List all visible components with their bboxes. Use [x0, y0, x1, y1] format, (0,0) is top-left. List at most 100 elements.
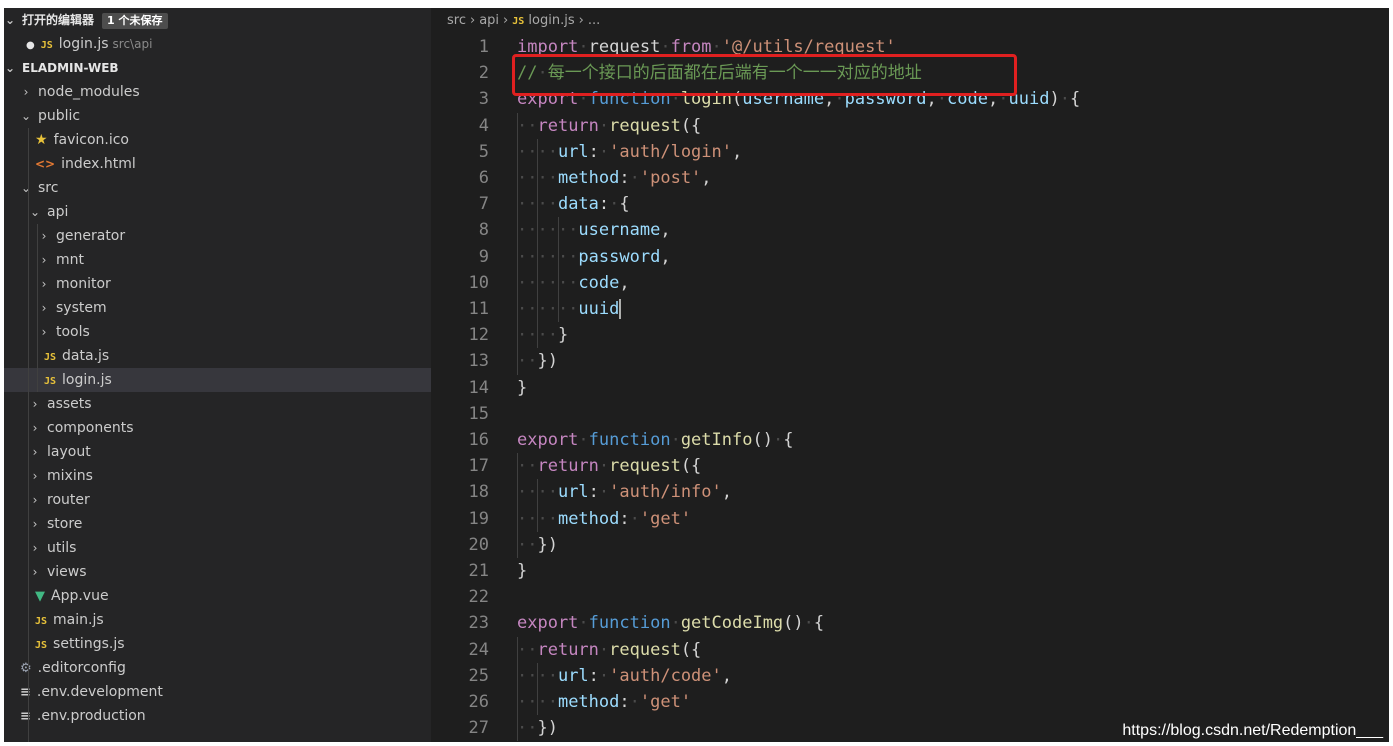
code-line[interactable]: 16 export·function·getInfo()·{: [431, 427, 1389, 453]
code-line[interactable]: 14}: [431, 375, 1389, 401]
tree-file[interactable]: JS login.js: [4, 368, 431, 392]
code-line[interactable]: 15: [431, 401, 1389, 427]
tree-folder[interactable]: › assets: [4, 392, 431, 416]
chevron-right-icon: ›: [32, 397, 38, 411]
code-token: 'auth/info': [609, 482, 722, 503]
breadcrumb-api[interactable]: api: [479, 13, 499, 28]
whitespace-marker: ······: [517, 246, 579, 267]
chevron-right-icon: ›: [32, 445, 38, 459]
tree-file[interactable]: ★ favicon.ico: [4, 128, 431, 152]
open-editors-header[interactable]: ⌄ 打开的编辑器 1 个未保存: [4, 8, 431, 32]
code-token: :: [619, 168, 630, 188]
tree-folder[interactable]: › tools: [4, 320, 431, 344]
breadcrumb-src[interactable]: src: [447, 13, 466, 28]
code-text: ····data:·{: [517, 191, 630, 217]
code-token: :: [598, 194, 610, 215]
tree-folder[interactable]: › views: [4, 560, 431, 584]
code-editor[interactable]: src › api › JS login.js ›... 1 import·request·…: [431, 8, 1389, 742]
whitespace-marker: ·: [578, 430, 589, 450]
vue-file-icon: ▼: [35, 589, 45, 604]
indent-guide: [37, 224, 38, 392]
code-token: ,: [721, 482, 733, 503]
tree-folder[interactable]: › monitor: [4, 272, 431, 296]
code-line[interactable]: 4 ··return·request({: [431, 113, 1389, 139]
tree-folder[interactable]: › node_modules: [4, 80, 431, 104]
whitespace-marker: ··: [517, 351, 538, 372]
js-file-icon: JS: [44, 376, 57, 387]
breadcrumb-symbol[interactable]: ...: [588, 13, 600, 28]
code-line[interactable]: 7 ····data:·{: [431, 191, 1389, 217]
line-number: 9: [478, 246, 489, 267]
code-line[interactable]: 22: [431, 584, 1389, 610]
tree-folder[interactable]: › components: [4, 416, 431, 440]
tree-file[interactable]: <> index.html: [4, 152, 431, 176]
tree-folder[interactable]: › mixins: [4, 464, 431, 488]
tree-item-label: login.js: [62, 372, 112, 388]
tree-file[interactable]: ⚙ .editorconfig: [4, 656, 431, 680]
code-line[interactable]: 25 ····url:·'auth/code',: [431, 663, 1389, 689]
tree-file[interactable]: ≡ .env.production: [4, 704, 431, 728]
whitespace-marker: ·: [1059, 89, 1070, 110]
tree-file[interactable]: JS data.js: [4, 344, 431, 368]
tree-file[interactable]: ≡ .env.development: [4, 680, 431, 704]
code-line[interactable]: 11 ······uuid: [431, 296, 1389, 322]
chevron-down-icon: ⌄: [4, 13, 16, 27]
tree-folder[interactable]: ⌄ public: [4, 104, 431, 128]
code-token: password: [578, 246, 661, 267]
code-token: }): [537, 718, 558, 739]
watermark: https://blog.csdn.net/Redemption___: [1122, 722, 1383, 739]
code-line[interactable]: 24 ··return·request({: [431, 637, 1389, 663]
line-number: 19: [468, 508, 489, 529]
tree-folder[interactable]: ⌄ src: [4, 176, 431, 200]
code-line[interactable]: 8 ······username,: [431, 217, 1389, 243]
tree-folder[interactable]: › layout: [4, 440, 431, 464]
tree-item-label: system: [56, 300, 107, 316]
tree-file[interactable]: JS main.js: [4, 608, 431, 632]
code-token: (): [783, 613, 804, 634]
code-line[interactable]: 21}: [431, 558, 1389, 584]
tree-folder[interactable]: › mnt: [4, 248, 431, 272]
code-line[interactable]: 19 ····method:·'get': [431, 506, 1389, 532]
tree-file[interactable]: ▼ App.vue: [4, 584, 431, 608]
code-line[interactable]: 9 ······password,: [431, 244, 1389, 270]
tree-item-label: index.html: [61, 156, 136, 172]
code-token: 'post': [639, 168, 702, 188]
code-line[interactable]: 26 ····method:·'get': [431, 689, 1389, 715]
line-number: 25: [468, 665, 489, 686]
tree-folder[interactable]: › store: [4, 512, 431, 536]
whitespace-marker: ·: [772, 430, 784, 450]
code-line[interactable]: 12 ····}: [431, 322, 1389, 348]
code-line[interactable]: 6 ····method:·'post',: [431, 165, 1389, 191]
code-line[interactable]: 5 ····url:·'auth/login',: [431, 139, 1389, 165]
tree-folder[interactable]: › system: [4, 296, 431, 320]
whitespace-marker: ·: [598, 141, 610, 162]
tree-file[interactable]: JS settings.js: [4, 632, 431, 656]
code-line[interactable]: 20 ··}): [431, 532, 1389, 558]
code-indent-guide: [557, 217, 559, 323]
code-token: code: [578, 272, 620, 293]
code-text: ······uuid: [517, 296, 619, 322]
code-token: getCodeImg: [680, 613, 784, 634]
code-line[interactable]: 10 ······code,: [431, 270, 1389, 296]
tree-folder[interactable]: › utils: [4, 536, 431, 560]
chevron-down-icon: ⌄: [20, 181, 32, 195]
open-editor-item-login[interactable]: ● JS login.js src\api: [4, 32, 431, 56]
tree-folder[interactable]: ⌄ api: [4, 200, 431, 224]
code-line[interactable]: 17 ··return·request({: [431, 453, 1389, 479]
open-editor-filename: login.js: [58, 36, 109, 52]
whitespace-marker: ·: [629, 508, 640, 529]
code-line[interactable]: 13 ··}): [431, 348, 1389, 374]
code-line[interactable]: 23 export·function·getCodeImg()·{: [431, 610, 1389, 636]
line-number: 18: [468, 482, 489, 503]
tree-folder[interactable]: › generator: [4, 224, 431, 248]
code-indent-guide: [517, 453, 518, 558]
code-line[interactable]: 18 ····url:·'auth/info',: [431, 479, 1389, 505]
tree-folder[interactable]: › router: [4, 488, 431, 512]
code-text: ····url:·'auth/code',: [517, 663, 732, 689]
whitespace-marker: ·: [578, 613, 589, 634]
breadcrumb-file[interactable]: login.js: [528, 13, 574, 28]
code-token: ,: [732, 141, 743, 162]
whitespace-marker: ··: [517, 639, 538, 660]
project-header[interactable]: ⌄ ELADMIN-WEB: [4, 56, 431, 80]
code-indent-guide: [537, 138, 539, 349]
